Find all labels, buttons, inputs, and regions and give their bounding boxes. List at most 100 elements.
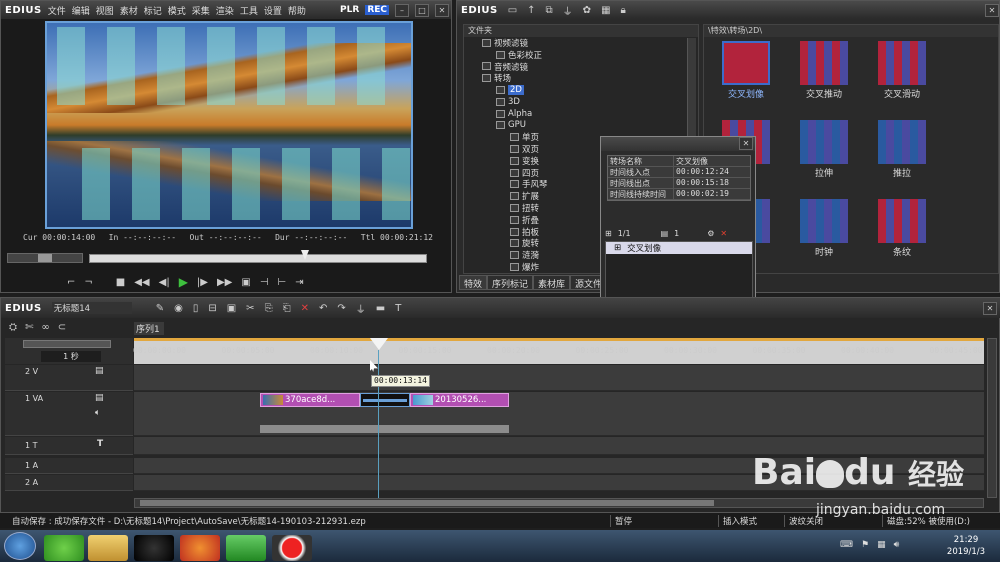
timeline-close-button[interactable]: ✕ xyxy=(983,301,997,315)
set-in-icon[interactable]: ⌐ xyxy=(67,277,75,288)
clip-2[interactable]: 20130526... xyxy=(410,393,509,407)
tab-effects[interactable]: 特效 xyxy=(459,275,488,290)
link-icon[interactable]: ∞ xyxy=(41,322,49,333)
menu-view[interactable]: 视图 xyxy=(96,4,114,17)
tree-item[interactable]: 色彩校正 xyxy=(468,49,698,61)
track-2v[interactable] xyxy=(134,365,984,391)
track-film-icon[interactable]: ▤ xyxy=(95,366,104,376)
edius-taskbar-icon[interactable] xyxy=(226,535,266,561)
menu-render[interactable]: 渲染 xyxy=(216,4,234,17)
open-icon[interactable]: ⊟ xyxy=(208,303,216,314)
rewind-icon[interactable]: ◀◀ xyxy=(134,277,149,288)
overwrite-icon[interactable]: ⊢ xyxy=(278,277,287,288)
menu-capture[interactable]: 采集 xyxy=(192,4,210,17)
up-icon[interactable]: ↑ xyxy=(527,5,535,16)
export-icon[interactable]: ⇥ xyxy=(295,277,303,288)
rec-label[interactable]: REC xyxy=(365,5,389,15)
flag-icon[interactable]: ⚑ xyxy=(861,540,869,552)
shuttle-slider[interactable] xyxy=(7,253,83,263)
info-close-button[interactable]: ✕ xyxy=(739,137,753,150)
zoom-value[interactable]: 1 秒 xyxy=(41,351,101,362)
delete-icon[interactable]: ✕ xyxy=(720,229,727,238)
network-icon[interactable]: ▦ xyxy=(877,540,886,552)
clock-date[interactable]: 2019/1/3 xyxy=(938,546,994,558)
text-track-icon[interactable]: T xyxy=(97,439,103,449)
play-icon[interactable]: ▶ xyxy=(179,275,188,289)
tree-item[interactable]: Alpha xyxy=(468,108,698,120)
track-header-2a[interactable]: 2 A xyxy=(5,475,133,491)
position-bar[interactable] xyxy=(89,254,427,263)
tray-icons[interactable]: ⌨ ⚑ ▦ 🔊︎ xyxy=(840,540,936,552)
copy-icon[interactable]: ⎘ xyxy=(265,303,273,314)
lock-icon[interactable]: 🔒︎ xyxy=(621,5,626,16)
track-header-2v[interactable]: 2 V ▤ xyxy=(5,365,133,391)
firefox-icon[interactable] xyxy=(180,535,220,561)
minimize-button[interactable]: – xyxy=(395,3,409,17)
transition-thumbnail[interactable] xyxy=(878,120,926,164)
transition-thumbnail[interactable] xyxy=(878,41,926,85)
apply-icon[interactable]: ⏚ xyxy=(563,3,573,18)
track-film-icon-va[interactable]: ▤ xyxy=(95,393,104,403)
track-header-1a[interactable]: 1 A xyxy=(5,458,133,474)
menu-tools[interactable]: 工具 xyxy=(240,4,258,17)
file-explorer-icon[interactable] xyxy=(88,535,128,561)
tree-item[interactable]: 视频滤镜 xyxy=(468,37,698,49)
keyboard-icon[interactable]: ⌨ xyxy=(840,540,853,552)
group-icon[interactable]: ⊂ xyxy=(58,322,66,333)
delete-clip-icon[interactable]: ✕ xyxy=(301,303,309,314)
menu-marker[interactable]: 标记 xyxy=(144,4,162,17)
info-list-item[interactable]: ⊞ 交叉划像 xyxy=(606,242,752,254)
view-icon[interactable]: ▦ xyxy=(601,5,610,16)
menu-file[interactable]: 文件 xyxy=(48,4,66,17)
tree-item[interactable]: 音频滤镜 xyxy=(468,61,698,73)
stop-icon[interactable]: ■ xyxy=(116,277,125,288)
step-back-icon[interactable]: ◀| xyxy=(159,277,170,288)
fast-forward-icon[interactable]: ▶▶ xyxy=(217,277,232,288)
transition-thumbnail[interactable] xyxy=(800,199,848,243)
insert-icon[interactable]: ⊣ xyxy=(260,277,269,288)
tab-sequence1[interactable]: 序列1 xyxy=(134,322,164,335)
plr-label[interactable]: PLR xyxy=(340,5,359,15)
track-header-1t[interactable]: 1 T T xyxy=(5,437,133,455)
volume-icon[interactable]: 🔊︎ xyxy=(894,540,900,552)
track-header-1va[interactable]: 1 VA ▤ 🔈︎ xyxy=(5,392,133,436)
menu-help[interactable]: 帮助 xyxy=(288,4,306,17)
razor-icon[interactable]: ✄ xyxy=(25,322,33,333)
clip-1[interactable]: 370ace8d... xyxy=(260,393,360,407)
tree-item[interactable]: 2D xyxy=(468,84,698,96)
settings-icon[interactable]: ⚙ xyxy=(707,229,714,238)
audio-waveform-bar[interactable] xyxy=(260,425,509,433)
text-icon[interactable]: T xyxy=(395,303,401,314)
folder-icon[interactable]: ▭ xyxy=(508,5,517,16)
transition-thumbnail[interactable] xyxy=(800,41,848,85)
new-icon[interactable]: ✎ xyxy=(156,303,164,314)
record-icon[interactable] xyxy=(272,535,312,561)
browser-360-icon[interactable] xyxy=(44,535,84,561)
menu-mode[interactable]: 模式 xyxy=(168,4,186,17)
tree-icon[interactable]: ⧉ xyxy=(546,5,553,16)
layer-icon[interactable]: ▤ xyxy=(661,229,669,238)
new-seq-icon[interactable]: ▯ xyxy=(193,303,199,314)
qq-icon[interactable] xyxy=(134,535,174,561)
zoom-slider[interactable] xyxy=(23,340,111,348)
transition-block[interactable] xyxy=(360,393,410,407)
close-button[interactable]: ✕ xyxy=(435,3,449,17)
cut-icon[interactable]: ✂ xyxy=(246,303,254,314)
tree-item[interactable]: 3D xyxy=(468,96,698,108)
paste-icon[interactable]: ⎗ xyxy=(283,303,291,314)
loop-icon[interactable]: ▣ xyxy=(241,277,250,288)
add-icon[interactable]: ⊞ xyxy=(605,229,612,238)
checkbox-icon[interactable]: ⊞ xyxy=(614,243,621,253)
tab-sequence-markers[interactable]: 序列标记 xyxy=(487,275,534,290)
effects-close-button[interactable]: ✕ xyxy=(985,3,999,17)
tab-bin[interactable]: 素材库 xyxy=(533,275,571,290)
maximize-button[interactable]: □ xyxy=(415,3,429,17)
redo-icon[interactable]: ↷ xyxy=(337,303,345,314)
undo-icon[interactable]: ↶ xyxy=(319,303,327,314)
transition-thumbnail[interactable] xyxy=(878,199,926,243)
transition-thumbnail[interactable] xyxy=(800,120,848,164)
transition-thumbnail[interactable] xyxy=(722,41,770,85)
track-tool-icon[interactable]: ⛭ xyxy=(9,322,17,333)
clock-time[interactable]: 21:29 xyxy=(938,534,994,546)
set-out-icon[interactable]: ¬ xyxy=(84,277,92,288)
